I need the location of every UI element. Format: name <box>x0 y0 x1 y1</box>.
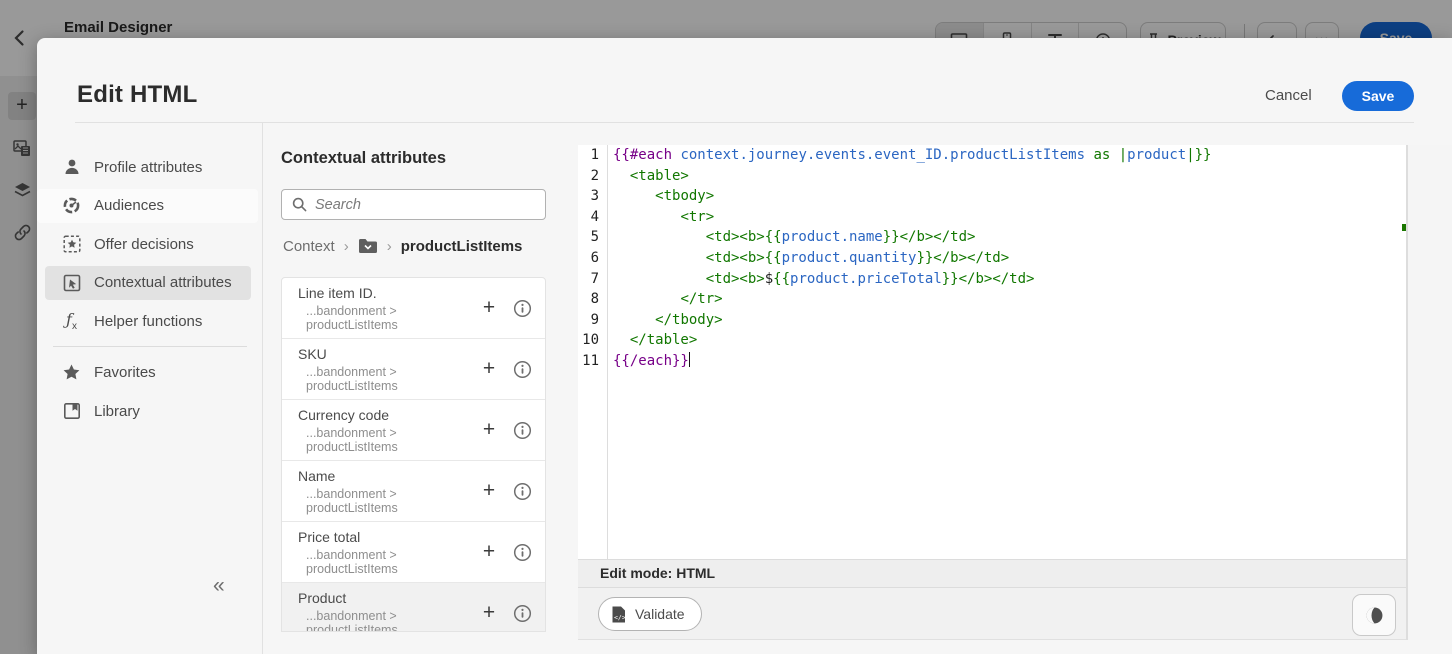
code-line-11[interactable]: 11{{/each}} <box>578 351 1406 372</box>
nav-item-label: Favorites <box>94 364 156 381</box>
search-box <box>281 189 546 220</box>
editor-right-strip <box>1407 145 1452 640</box>
code-line-10[interactable]: 10 </table> <box>578 330 1406 351</box>
code-line-5[interactable]: 5 <td><b>{{product.name}}</b></td> <box>578 227 1406 248</box>
info-icon[interactable] <box>511 482 533 501</box>
info-icon[interactable] <box>511 299 533 318</box>
attribute-title: Name <box>298 468 476 484</box>
nav-item-contextual-attributes[interactable]: Contextual attributes <box>45 266 251 300</box>
modal-title: Edit HTML <box>77 81 197 109</box>
offer-icon <box>62 235 81 254</box>
code-line-7[interactable]: 7 <td><b>${{product.priceTotal}}</b></td… <box>578 269 1406 290</box>
breadcrumb: Context › › productListItems <box>283 235 522 257</box>
code-line-9[interactable]: 9 </tbody> <box>578 310 1406 331</box>
add-attribute-button[interactable]: + <box>476 296 502 320</box>
attributes-panel: Contextual attributes Context › › produc… <box>263 123 563 654</box>
code-line-4[interactable]: 4 <tr> <box>578 207 1406 228</box>
fx-icon: ƒx <box>62 312 81 331</box>
collapse-panel-button[interactable]: « <box>213 574 223 598</box>
nav-item-label: Profile attributes <box>94 159 202 176</box>
attribute-path: ...bandonment > productListItems <box>298 609 476 633</box>
validate-button[interactable]: </> Validate <box>598 597 702 631</box>
breadcrumb-leaf: productListItems <box>401 238 523 255</box>
theme-toggle-button[interactable] <box>1352 594 1396 636</box>
attribute-title: Line item ID. <box>298 285 476 301</box>
attribute-row-line-item-id: Line item ID. ...bandonment > productList… <box>282 278 545 339</box>
audiences-icon <box>62 196 81 215</box>
search-input[interactable] <box>315 197 535 213</box>
chevron-right-icon: › <box>344 238 349 255</box>
folder-icon[interactable] <box>358 238 378 254</box>
nav-item-library[interactable]: Library <box>45 394 251 428</box>
attribute-row-sku: SKU ...bandonment > productListItems+ <box>282 339 545 400</box>
info-icon[interactable] <box>511 604 533 623</box>
cancel-button[interactable]: Cancel <box>1265 87 1312 104</box>
nav-item-audiences[interactable]: Audiences <box>37 189 258 223</box>
add-attribute-button[interactable]: + <box>476 540 502 564</box>
attribute-path: ...bandonment > productListItems <box>298 487 476 515</box>
code-line-6[interactable]: 6 <td><b>{{product.quantity}}</b></td> <box>578 248 1406 269</box>
person-icon <box>62 158 81 177</box>
modal-left-nav: Profile attributes Audiences Offer decisio… <box>37 123 262 654</box>
attribute-path: ...bandonment > productListItems <box>298 426 476 454</box>
nav-item-label: Helper functions <box>94 313 202 330</box>
attribute-path: ...bandonment > productListItems <box>298 304 476 332</box>
validate-code-icon: </> <box>611 606 626 623</box>
nav-item-label: Offer decisions <box>94 236 194 253</box>
search-icon <box>292 197 307 212</box>
line-number-gutter <box>578 145 608 559</box>
add-attribute-button[interactable]: + <box>476 601 502 625</box>
annotation-tick <box>1402 224 1406 231</box>
chevron-right-icon: › <box>387 238 392 255</box>
contextual-icon <box>62 273 81 292</box>
code-line-2[interactable]: 2 <table> <box>578 166 1406 187</box>
nav-item-favorites[interactable]: Favorites <box>45 356 251 390</box>
attribute-list: Line item ID. ...bandonment > productList… <box>281 277 546 632</box>
nav-section-divider <box>53 346 247 347</box>
nav-item-label: Library <box>94 403 140 420</box>
add-attribute-button[interactable]: + <box>476 357 502 381</box>
attribute-path: ...bandonment > productListItems <box>298 548 476 576</box>
attribute-path: ...bandonment > productListItems <box>298 365 476 393</box>
svg-text:</>: </> <box>614 613 626 621</box>
attribute-row-price-total: Price total ...bandonment > productListIt… <box>282 522 545 583</box>
attribute-row-product: Product ...bandonment > productListItems+ <box>282 583 545 632</box>
editor-footer: </> Validate <box>578 587 1406 640</box>
text-cursor <box>689 352 690 367</box>
code-line-3[interactable]: 3 <tbody> <box>578 186 1406 207</box>
attribute-row-currency-code: Currency code ...bandonment > productList… <box>282 400 545 461</box>
edit-html-modal: Edit HTML Cancel Save Profile attributes… <box>37 38 1452 654</box>
attribute-title: Price total <box>298 529 476 545</box>
code-line-1[interactable]: 1{{#each context.journey.events.event_ID… <box>578 145 1406 166</box>
star-icon <box>62 363 81 382</box>
save-button[interactable]: Save <box>1342 81 1414 111</box>
add-attribute-button[interactable]: + <box>476 418 502 442</box>
nav-item-offer-decisions[interactable]: Offer decisions <box>45 227 251 261</box>
info-icon[interactable] <box>511 543 533 562</box>
code-line-8[interactable]: 8 </tr> <box>578 289 1406 310</box>
edit-mode-statusbar: Edit mode: HTML <box>578 559 1406 587</box>
attribute-title: Product <box>298 590 476 606</box>
attribute-title: Currency code <box>298 407 476 423</box>
attribute-row-name: Name ...bandonment > productListItems+ <box>282 461 545 522</box>
panel-title: Contextual attributes <box>281 149 446 168</box>
add-attribute-button[interactable]: + <box>476 479 502 503</box>
info-icon[interactable] <box>511 421 533 440</box>
attribute-title: SKU <box>298 346 476 362</box>
nav-item-profile-attributes[interactable]: Profile attributes <box>45 150 251 184</box>
library-icon <box>62 402 81 421</box>
nav-item-helper-functions[interactable]: ƒx Helper functions <box>45 304 251 338</box>
html-code-editor[interactable]: 1{{#each context.journey.events.event_ID… <box>578 145 1406 559</box>
breadcrumb-root[interactable]: Context <box>283 238 335 255</box>
contrast-icon <box>1363 604 1386 627</box>
nav-item-label: Contextual attributes <box>94 274 232 291</box>
nav-item-label: Audiences <box>94 197 164 214</box>
info-icon[interactable] <box>511 360 533 379</box>
